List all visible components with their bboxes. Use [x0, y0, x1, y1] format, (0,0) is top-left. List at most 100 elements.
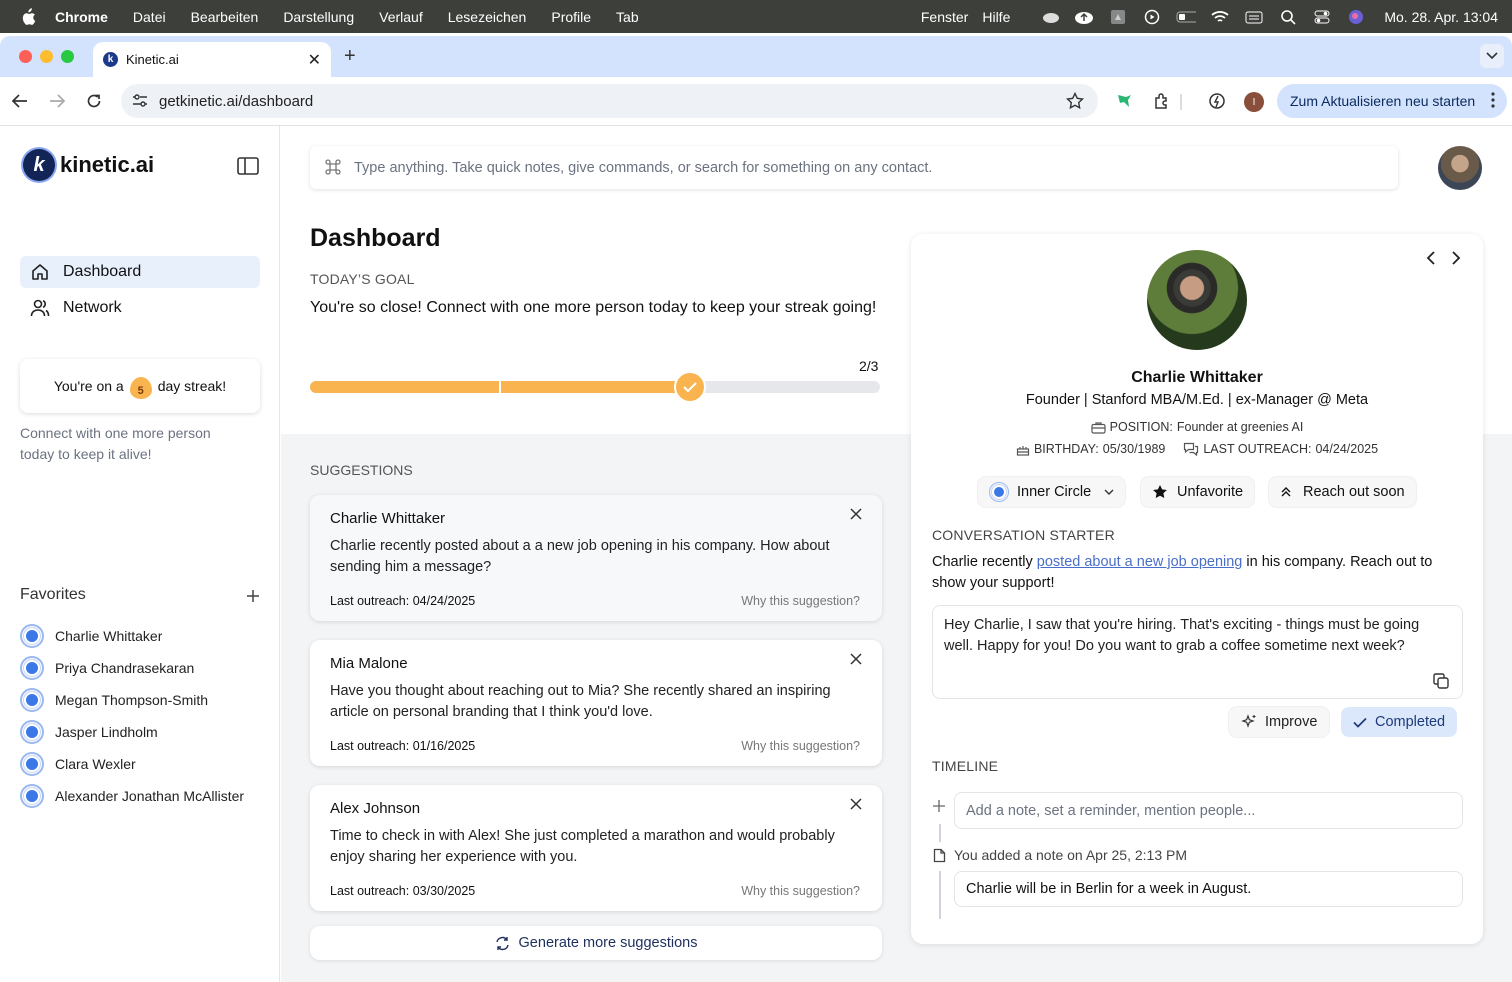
battery-icon[interactable]	[1176, 10, 1197, 24]
favorite-item[interactable]: Megan Thompson-Smith	[20, 684, 270, 716]
minimize-window-button[interactable]	[40, 50, 53, 63]
message-draft-textarea[interactable]: Hey Charlie, I saw that you're hiring. T…	[932, 605, 1463, 699]
spotlight-search-icon[interactable]	[1278, 9, 1298, 25]
inner-circle-icon	[20, 688, 44, 712]
suggestion-card[interactable]: Charlie Whittaker Charlie recently poste…	[310, 495, 882, 621]
add-timeline-icon[interactable]	[933, 800, 945, 812]
tab-search-chevron-icon[interactable]	[1480, 44, 1504, 68]
menu-bearbeiten[interactable]: Bearbeiten	[191, 9, 259, 25]
contact-position: POSITION: Founder at greenies AI	[911, 420, 1483, 434]
menu-verlauf[interactable]: Verlauf	[379, 9, 423, 25]
menu-profile[interactable]: Profile	[551, 9, 591, 25]
position-value: Founder at greenies AI	[1176, 420, 1304, 434]
favorite-item[interactable]: Jasper Lindholm	[20, 716, 270, 748]
favorite-name: Jasper Lindholm	[55, 724, 158, 740]
wifi-icon[interactable]	[1210, 10, 1230, 24]
progress-check-icon	[674, 371, 706, 403]
menu-app-name[interactable]: Chrome	[55, 9, 108, 25]
collapse-sidebar-icon[interactable]	[237, 157, 259, 175]
menu-datei[interactable]: Datei	[133, 9, 166, 25]
play-circle-icon[interactable]	[1142, 9, 1162, 24]
clock[interactable]: Mo. 28. Apr. 13:04	[1384, 9, 1498, 25]
last-outreach: Last outreach: 03/30/2025	[330, 884, 476, 898]
generate-more-button[interactable]: Generate more suggestions	[310, 926, 882, 960]
sidebar-item-network[interactable]: Network	[20, 292, 260, 324]
apple-logo-icon[interactable]	[20, 7, 36, 26]
inner-circle-icon	[989, 482, 1009, 502]
more-vert-icon[interactable]	[1491, 92, 1495, 108]
drive-icon[interactable]	[1108, 9, 1128, 24]
chevron-left-icon[interactable]	[1424, 250, 1440, 266]
control-center-icon[interactable]	[1312, 10, 1332, 24]
menu-fenster[interactable]: Fenster	[921, 9, 968, 25]
menu-lesezeichen[interactable]: Lesezeichen	[448, 9, 527, 25]
favorite-item[interactable]: Clara Wexler	[20, 748, 270, 780]
kinetic-logo[interactable]: k kinetic.ai	[23, 149, 154, 181]
suggestion-card[interactable]: Alex Johnson Time to check in with Alex!…	[310, 785, 882, 911]
menu-tab[interactable]: Tab	[616, 9, 639, 25]
dismiss-icon[interactable]	[850, 653, 862, 665]
favorite-item[interactable]: Alexander Jonathan McAllister	[20, 780, 270, 812]
favorite-item[interactable]: Charlie Whittaker	[20, 620, 270, 652]
user-avatar[interactable]	[1438, 146, 1482, 190]
cloud-icon[interactable]	[1040, 10, 1060, 24]
why-suggestion-link[interactable]: Why this suggestion?	[741, 884, 860, 898]
inner-circle-icon	[20, 784, 44, 808]
toolbar-divider	[1180, 94, 1182, 110]
siri-icon[interactable]	[1346, 9, 1366, 24]
kinetic-logo-icon: k	[23, 149, 55, 181]
unfavorite-label: Unfavorite	[1177, 484, 1244, 500]
back-arrow-icon[interactable]	[9, 90, 31, 112]
goal-text: You're so close! Connect with one more p…	[310, 299, 877, 316]
extension-bird-icon[interactable]	[1114, 91, 1134, 111]
favorite-item[interactable]: Priya Chandrasekaran	[20, 652, 270, 684]
unfavorite-button[interactable]: Unfavorite	[1141, 477, 1255, 507]
suggestion-card[interactable]: Mia Malone Have you thought about reachi…	[310, 640, 882, 766]
circle-label: Inner Circle	[1017, 484, 1092, 500]
copy-icon[interactable]	[1432, 672, 1450, 690]
add-favorite-icon[interactable]	[246, 589, 260, 603]
restart-to-update-button[interactable]: Zum Aktualisieren neu starten	[1277, 84, 1507, 118]
chevron-right-icon[interactable]	[1447, 250, 1463, 266]
favorites-title: Favorites	[20, 586, 86, 603]
improve-button[interactable]: Improve	[1229, 707, 1330, 737]
zoom-window-button[interactable]	[61, 50, 74, 63]
new-tab-icon[interactable]: +	[344, 45, 356, 68]
site-settings-icon[interactable]	[132, 93, 148, 109]
timeline-note-input[interactable]: Add a note, set a reminder, mention peop…	[954, 792, 1463, 829]
flame-icon: 5	[129, 373, 152, 399]
reach-out-soon-button[interactable]: Reach out soon	[1269, 477, 1416, 507]
suggestion-name: Alex Johnson	[330, 800, 421, 817]
address-bar[interactable]: getkinetic.ai/dashboard	[121, 84, 1098, 118]
close-tab-icon[interactable]: ✕	[308, 50, 321, 70]
performance-icon[interactable]	[1207, 91, 1227, 111]
why-suggestion-link[interactable]: Why this suggestion?	[741, 594, 860, 608]
keyboard-icon[interactable]	[1244, 10, 1264, 24]
circle-select[interactable]: Inner Circle	[978, 477, 1126, 507]
dismiss-icon[interactable]	[850, 798, 862, 810]
conversation-starter-text: Charlie recently posted about a new job …	[932, 552, 1462, 594]
close-window-button[interactable]	[19, 50, 32, 63]
why-suggestion-link[interactable]: Why this suggestion?	[741, 739, 860, 753]
forward-arrow-icon[interactable]	[46, 90, 68, 112]
job-post-link[interactable]: posted about a new job opening	[1037, 554, 1243, 570]
birthday-value: 05/30/1989	[1102, 442, 1166, 456]
outreach-label: LAST OUTREACH:	[1203, 442, 1312, 456]
url-text: getkinetic.ai/dashboard	[159, 92, 314, 110]
cloud-upload-icon[interactable]	[1074, 10, 1094, 24]
outreach-value: 04/24/2025	[1315, 442, 1379, 456]
extensions-puzzle-icon[interactable]	[1152, 91, 1172, 111]
menu-darstellung[interactable]: Darstellung	[283, 9, 354, 25]
improve-label: Improve	[1265, 714, 1318, 730]
sidebar-item-dashboard[interactable]: Dashboard	[20, 256, 260, 288]
tab-kinetic[interactable]: k Kinetic.ai ✕	[93, 42, 331, 77]
chat-bubbles-icon	[1184, 442, 1199, 456]
dismiss-icon[interactable]	[850, 508, 862, 520]
reload-icon[interactable]	[83, 90, 105, 112]
completed-button[interactable]: Completed	[1341, 707, 1458, 737]
browser-profile-avatar[interactable]: I	[1244, 92, 1264, 112]
bookmark-star-icon[interactable]	[1066, 92, 1084, 110]
menu-hilfe[interactable]: Hilfe	[982, 9, 1010, 25]
command-search-input[interactable]: Type anything. Take quick notes, give co…	[310, 146, 1398, 189]
double-chevron-up-icon	[1281, 487, 1291, 497]
